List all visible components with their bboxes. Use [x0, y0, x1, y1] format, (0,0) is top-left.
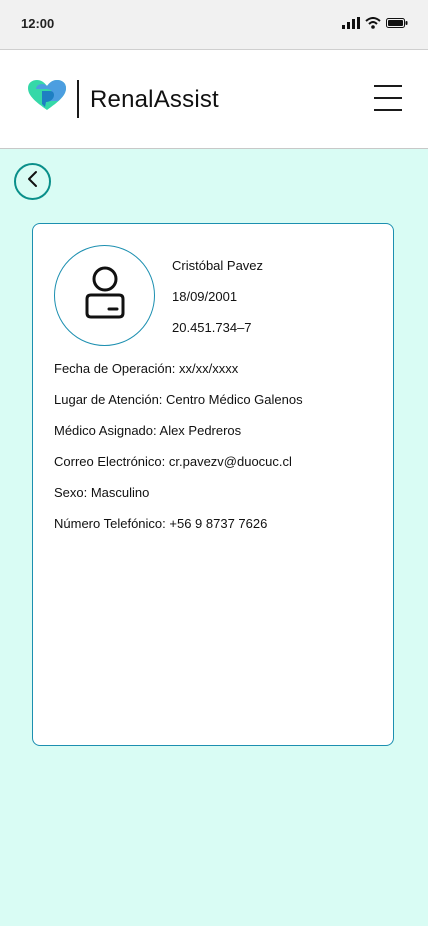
user-icon — [79, 265, 131, 326]
patient-id-number: 20.451.734–7 — [172, 320, 252, 335]
hamburger-menu-button[interactable] — [374, 83, 404, 113]
care-location: Lugar de Atención: Centro Médico Galenos — [54, 392, 303, 407]
patient-birth-date: 18/09/2001 — [172, 289, 238, 304]
email: Correo Electrónico: cr.pavezv@duocuc.cl — [54, 454, 292, 469]
patient-name: Cristóbal Pavez — [172, 258, 264, 273]
heart-logo-icon — [28, 80, 66, 117]
status-icons — [342, 16, 408, 34]
status-time: 12:00 — [21, 16, 55, 31]
logo-divider — [77, 80, 79, 118]
chevron-left-icon — [26, 170, 40, 193]
patient-details: Fecha de Operación: xx/xx/xxxx Lugar de … — [54, 361, 303, 547]
app-title: RenalAssist — [90, 86, 219, 113]
sex: Sexo: Masculino — [54, 485, 150, 500]
signal-icon — [342, 16, 360, 34]
assigned-doctor: Médico Asignado: Alex Pedreros — [54, 423, 242, 438]
hamburger-menu-icon — [374, 85, 402, 87]
wifi-icon — [365, 16, 381, 34]
phone-number: Número Telefónico: +56 9 8737 7626 — [54, 516, 268, 531]
battery-icon — [386, 16, 408, 34]
operation-date: Fecha de Operación: xx/xx/xxxx — [54, 361, 239, 376]
app-header: RenalAssist — [0, 50, 428, 149]
status-bar: 12:00 — [0, 0, 428, 50]
hamburger-menu-line — [374, 97, 402, 99]
back-button[interactable] — [14, 163, 51, 200]
avatar — [54, 245, 155, 346]
patient-profile-card: Cristóbal Pavez 18/09/2001 20.451.734–7 … — [32, 223, 394, 746]
hamburger-menu-line — [374, 109, 402, 111]
patient-basic-info: Cristóbal Pavez 18/09/2001 20.451.734–7 — [172, 258, 263, 351]
